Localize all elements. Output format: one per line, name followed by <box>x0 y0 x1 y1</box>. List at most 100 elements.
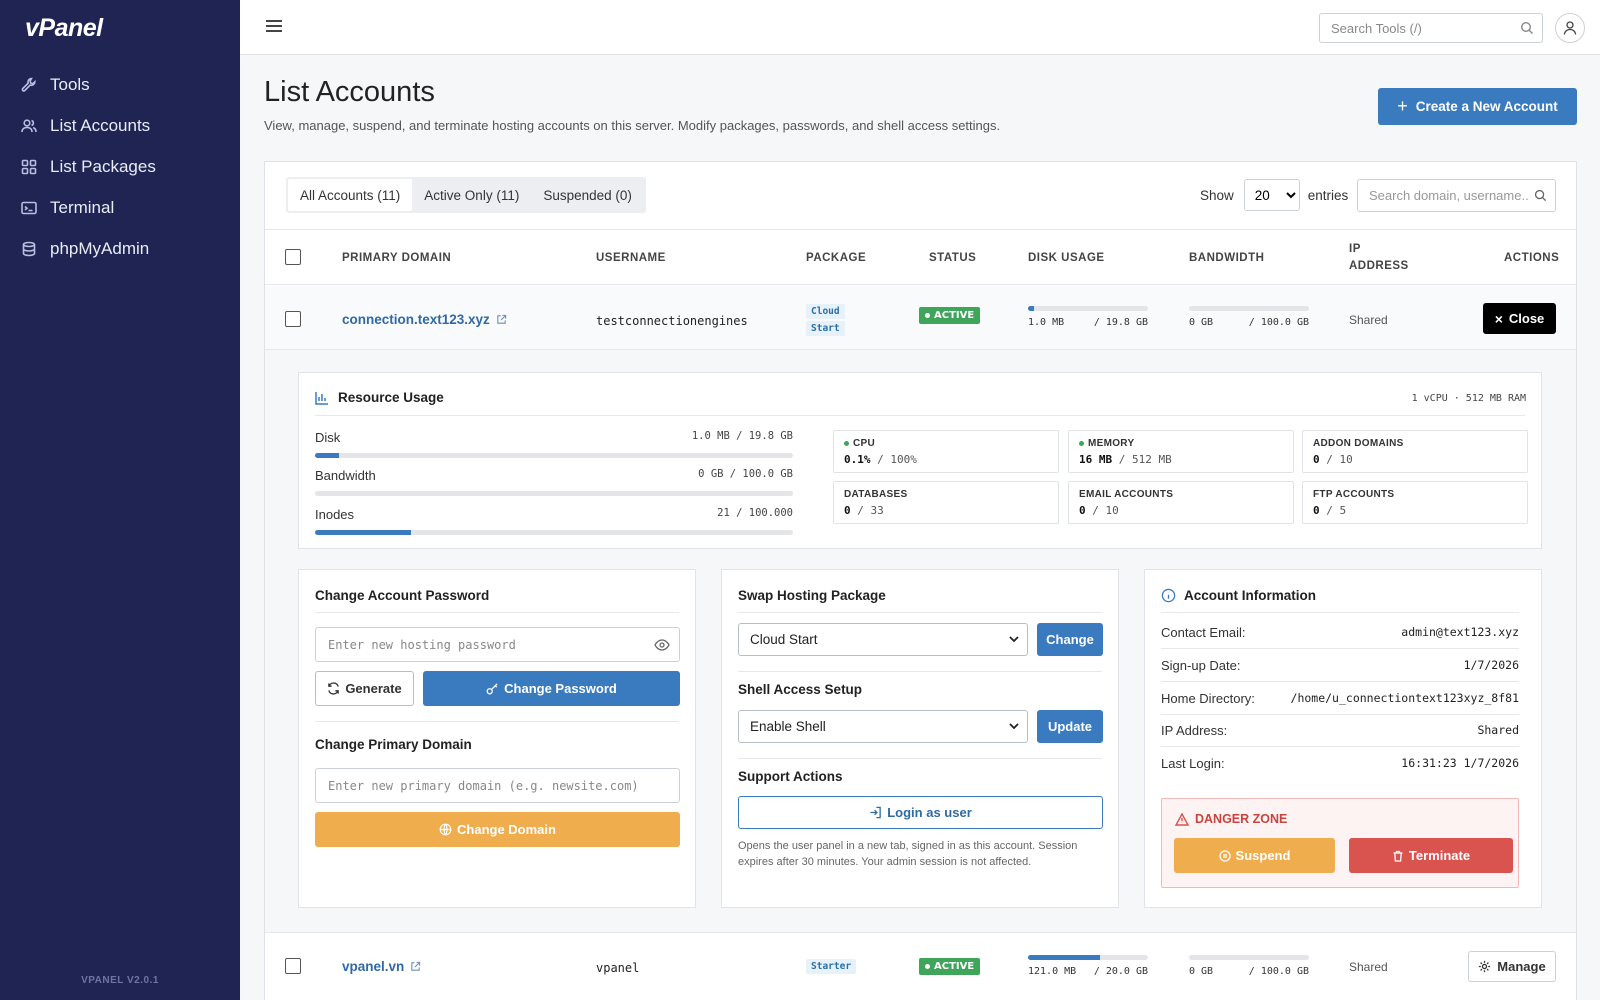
globe-icon <box>439 823 452 836</box>
row-checkbox[interactable] <box>285 311 301 327</box>
stat-label: EMAIL ACCOUNTS <box>1079 489 1174 500</box>
sidebar-item-tools[interactable]: Tools <box>0 64 240 105</box>
stat-cpu: CPU 0.1% / 100% <box>833 430 1059 473</box>
create-account-label: Create a New Account <box>1415 99 1558 114</box>
close-icon: × <box>1494 310 1503 327</box>
shell-access-title: Shell Access Setup <box>738 682 863 697</box>
tab-active-only[interactable]: Active Only (11) <box>412 179 531 211</box>
resource-label: Inodes <box>315 507 355 522</box>
external-link-icon <box>411 961 421 971</box>
col-package[interactable]: PACKAGE <box>806 252 866 264</box>
tools-search-input[interactable]: Search Tools (/) <box>1319 13 1543 43</box>
resource-label: Bandwidth <box>315 468 376 483</box>
col-ip[interactable]: IP <box>1349 243 1361 255</box>
danger-zone-title: DANGER ZONE <box>1195 812 1288 826</box>
package-line: Starter <box>806 959 857 974</box>
info-label: IP Address: <box>1161 723 1228 738</box>
shell-select[interactable]: Enable Shell <box>738 710 1028 743</box>
warning-icon <box>1175 812 1189 826</box>
change-domain-button[interactable]: Change Domain <box>315 812 680 847</box>
user-menu-button[interactable] <box>1555 13 1585 43</box>
account-search-input[interactable]: Search domain, username... <box>1357 179 1556 212</box>
info-value: /home/u_connectiontext123xyz_8f81 <box>1290 691 1519 705</box>
login-as-user-button[interactable]: Login as user <box>738 796 1103 829</box>
disk-usage-fill <box>1028 306 1034 311</box>
suspend-button[interactable]: Suspend <box>1174 838 1335 873</box>
tab-all-accounts[interactable]: All Accounts (11) <box>288 179 413 211</box>
tab-suspended[interactable]: Suspended (0) <box>531 179 644 211</box>
resource-spec: 1 vCPU · 512 MB RAM <box>1411 393 1526 404</box>
support-actions-title: Support Actions <box>738 769 843 784</box>
sidebar-item-terminal[interactable]: Terminal <box>0 187 240 228</box>
trash-icon <box>1393 850 1403 862</box>
info-label: Home Directory: <box>1161 691 1255 706</box>
select-all-checkbox[interactable] <box>285 249 301 265</box>
divider <box>1161 714 1519 715</box>
shell-selected: Enable Shell <box>750 719 826 734</box>
username-cell: vpanel <box>596 961 640 975</box>
password-input[interactable]: Enter new hosting password <box>315 627 680 662</box>
col-bandwidth[interactable]: BANDWIDTH <box>1189 252 1264 264</box>
package-select[interactable]: Cloud Start <box>738 623 1028 656</box>
change-package-button[interactable]: Change <box>1037 623 1103 656</box>
sidebar-item-phpmyadmin[interactable]: phpMyAdmin <box>0 228 240 269</box>
terminate-button[interactable]: Terminate <box>1349 838 1513 873</box>
stat-limit: / 10 <box>1326 453 1353 466</box>
app-version: VPANEL V2.0.1 <box>81 975 159 986</box>
stat-label: MEMORY <box>1088 438 1135 449</box>
info-row-last-login: Last Login: 16:31:23 1/7/2026 <box>1161 756 1519 771</box>
info-label: Last Login: <box>1161 756 1225 771</box>
close-details-button[interactable]: × Close <box>1483 303 1556 334</box>
change-domain-title: Change Primary Domain <box>315 737 472 752</box>
stat-addon-domains: ADDON DOMAINS 0 / 10 <box>1302 430 1528 473</box>
stat-label: CPU <box>853 438 876 449</box>
primary-domain-input[interactable]: Enter new primary domain (e.g. newsite.c… <box>315 768 680 803</box>
accounts-card: All Accounts (11) Active Only (11) Suspe… <box>264 161 1577 1000</box>
sidebar-item-list-accounts[interactable]: List Accounts <box>0 105 240 146</box>
topbar: Search Tools (/) <box>240 0 1600 55</box>
entries-select[interactable]: 20 <box>1243 179 1300 211</box>
generate-password-button[interactable]: Generate <box>315 671 414 706</box>
package-badge: Cloud Start <box>806 304 845 338</box>
change-password-button[interactable]: Change Password <box>423 671 680 706</box>
col-status[interactable]: STATUS <box>929 252 976 264</box>
col-primary-domain[interactable]: PRIMARY DOMAIN <box>342 252 451 264</box>
sidebar-item-label: Terminal <box>50 197 115 217</box>
database-icon <box>22 241 36 256</box>
stat-value: 0 <box>1313 504 1320 517</box>
bandwidth-total: / 100.0 GB <box>1248 966 1309 977</box>
stat-limit: / 100% <box>877 453 917 466</box>
col-disk-usage[interactable]: DISK USAGE <box>1028 252 1105 264</box>
manage-account-button[interactable]: Manage <box>1468 951 1556 982</box>
sidebar-item-label: List Packages <box>50 156 156 176</box>
row-checkbox[interactable] <box>285 958 301 974</box>
col-address[interactable]: ADDRESS <box>1349 260 1409 272</box>
app-logo[interactable]: vPanel <box>25 14 103 43</box>
stat-limit: / 10 <box>1092 504 1119 517</box>
eye-icon[interactable] <box>654 637 670 653</box>
create-account-button[interactable]: + Create a New Account <box>1378 88 1577 125</box>
change-password-title: Change Account Password <box>315 588 490 603</box>
update-shell-button[interactable]: Update <box>1037 710 1103 743</box>
resource-fill <box>315 530 411 535</box>
info-row-email: Contact Email: admin@text123.xyz <box>1161 625 1519 640</box>
menu-toggle-icon[interactable] <box>266 20 282 34</box>
package-line: Start <box>806 321 845 336</box>
resource-usage-panel: Resource Usage 1 vCPU · 512 MB RAM Disk 1… <box>298 372 1542 549</box>
disk-usage-meter: 1.0 MB / 19.8 GB <box>1028 306 1148 328</box>
status-text: ACTIVE <box>934 310 975 321</box>
col-username[interactable]: USERNAME <box>596 252 666 264</box>
swap-package-title: Swap Hosting Package <box>738 588 886 603</box>
domain-link[interactable]: vpanel.vn <box>342 959 421 974</box>
bar-chart-icon <box>315 391 328 405</box>
support-note-line: expires after 30 minutes. Your admin ses… <box>738 856 1032 868</box>
chevron-down-icon <box>1009 723 1019 730</box>
account-details: Resource Usage 1 vCPU · 512 MB RAM Disk 1… <box>265 349 1576 933</box>
username-cell: testconnectionengines <box>596 314 748 328</box>
disk-used: 121.0 MB <box>1028 966 1077 977</box>
domain-link[interactable]: connection.text123.xyz <box>342 312 507 327</box>
account-info-title: Account Information <box>1184 588 1316 603</box>
disk-used: 1.0 MB <box>1028 317 1065 328</box>
terminal-icon <box>21 201 37 214</box>
sidebar-item-list-packages[interactable]: List Packages <box>0 146 240 187</box>
